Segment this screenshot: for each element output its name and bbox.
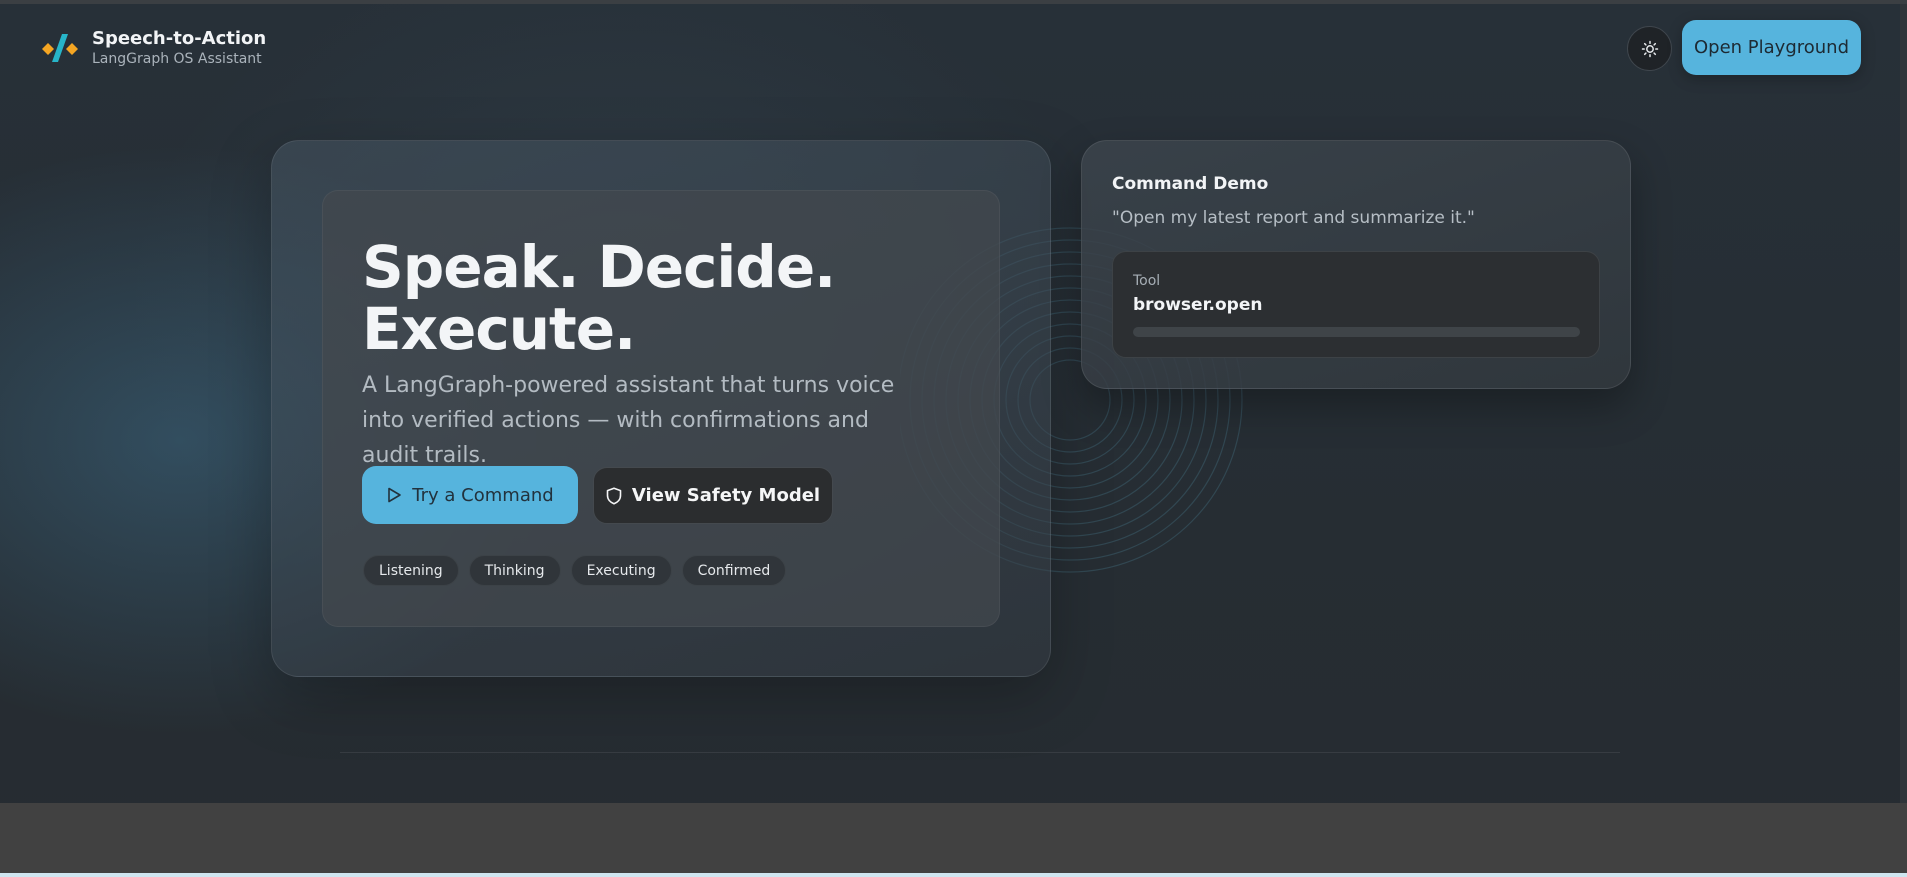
status-chips: Listening Thinking Executing Confirmed [363,555,787,586]
tool-progress-track [1133,327,1580,337]
command-demo-title: Command Demo [1112,174,1269,194]
hero-description: A LangGraph-powered assistant that turns… [362,373,895,468]
view-safety-model-button[interactable]: View Safety Model [593,467,833,524]
chip-executing: Executing [570,555,672,586]
chip-confirmed: Confirmed [681,555,787,586]
landing-page: Speech-to-Action LangGraph OS Assistant … [0,0,1907,877]
top-border [0,0,1907,4]
chip-listening: Listening [363,555,459,586]
open-playground-button[interactable]: Open Playground [1682,20,1861,75]
theme-toggle-button[interactable] [1627,26,1672,71]
hero-title: Speak. Decide. Execute. [362,236,922,360]
command-demo-quote: "Open my latest report and summarize it.… [1112,208,1475,228]
footer-band [0,803,1907,877]
tool-value: browser.open [1133,295,1263,315]
sun-icon [1641,40,1658,57]
try-command-button[interactable]: Try a Command [362,466,578,524]
hero-title-line-1: Speak. Decide. [362,233,836,301]
brand-subtitle: LangGraph OS Assistant [92,51,262,67]
section-divider [340,752,1620,753]
try-command-label: Try a Command [412,484,554,506]
logo-icon [42,34,78,62]
view-safety-model-label: View Safety Model [631,485,821,506]
brand[interactable]: Speech-to-Action LangGraph OS Assistant [40,28,266,68]
bottom-edge [0,873,1907,877]
shield-icon [606,486,622,505]
brand-title: Speech-to-Action [92,28,267,49]
brand-text: Speech-to-Action LangGraph OS Assistant [92,28,266,68]
tool-label: Tool [1133,273,1161,289]
chip-thinking: Thinking [468,555,561,586]
hero-title-line-2: Execute. [362,295,636,363]
page-scrollbar[interactable] [1900,4,1907,870]
play-icon [388,487,402,503]
